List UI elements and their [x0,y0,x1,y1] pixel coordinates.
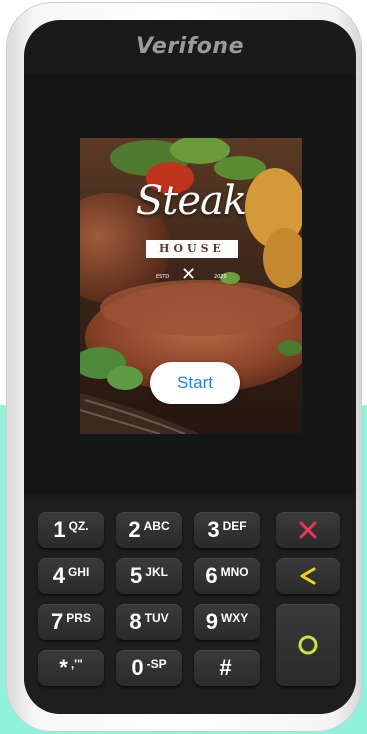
terminal-face: Verifone Steak HOUSE ✕ ESTD 2020 Start 1… [24,20,356,714]
x-icon [299,521,317,539]
key-number: 0 [131,655,144,680]
key-number: 5 [130,563,143,588]
key-letters: WXY [220,611,249,625]
logo-estd: ESTD [156,274,170,280]
cancel-button[interactable] [276,512,340,548]
enter-button[interactable] [276,604,340,686]
key-number: 6 [205,563,218,588]
display-screen: Steak HOUSE ✕ ESTD 2020 Start [80,138,302,434]
key-letters: TUV [144,611,169,625]
key-3[interactable]: 3 DEF [194,512,260,548]
key-number: 9 [205,609,218,634]
key-letters: QZ. [68,519,89,533]
key-1[interactable]: 1 QZ. [38,512,104,548]
clear-button[interactable] [276,558,340,594]
logo-title: Steak [135,178,247,224]
key-2[interactable]: 2 ABC [116,512,182,548]
key-number: 2 [128,517,141,542]
key-9[interactable]: 9 WXY [194,604,260,640]
circle-icon [298,635,318,655]
key-0[interactable]: 0 -SP [116,650,182,686]
keypad: 1 QZ. 2 ABC 3 DEF 4 GHI 5 JKL 6 MNO 7 PR… [24,498,356,714]
logo-subtitle: HOUSE [146,240,238,258]
key-5[interactable]: 5 JKL [116,558,182,594]
key-letters: ABC [143,519,170,533]
crossed-utensils-icon: ✕ [181,264,197,284]
key-number: 1 [53,517,66,542]
logo-year: 2020 [214,274,227,280]
key-number: 3 [207,517,220,542]
key-letters: -SP [146,657,167,671]
key-letters: JKL [145,565,168,579]
start-button[interactable]: Start [150,362,240,404]
key-letters: DEF [222,519,247,533]
payment-terminal: Verifone Steak HOUSE ✕ ESTD 2020 Start 1… [6,2,362,732]
key-letters: PRS [66,611,91,625]
key-hash[interactable]: # [194,650,260,686]
key-8[interactable]: 8 TUV [116,604,182,640]
key-star[interactable]: * ,'" [38,650,104,686]
key-number: * [59,655,68,680]
key-number: # [219,655,232,680]
key-letters: GHI [67,565,90,579]
key-number: 8 [129,609,142,634]
key-number: 7 [51,609,64,634]
key-letters: ,'" [70,657,83,671]
key-number: 4 [52,563,65,588]
key-letters: MNO [220,565,249,579]
back-arrow-icon [300,567,316,585]
brand-logo: Verifone [135,34,244,59]
key-4[interactable]: 4 GHI [38,558,104,594]
key-7[interactable]: 7 PRS [38,604,104,640]
key-6[interactable]: 6 MNO [194,558,260,594]
